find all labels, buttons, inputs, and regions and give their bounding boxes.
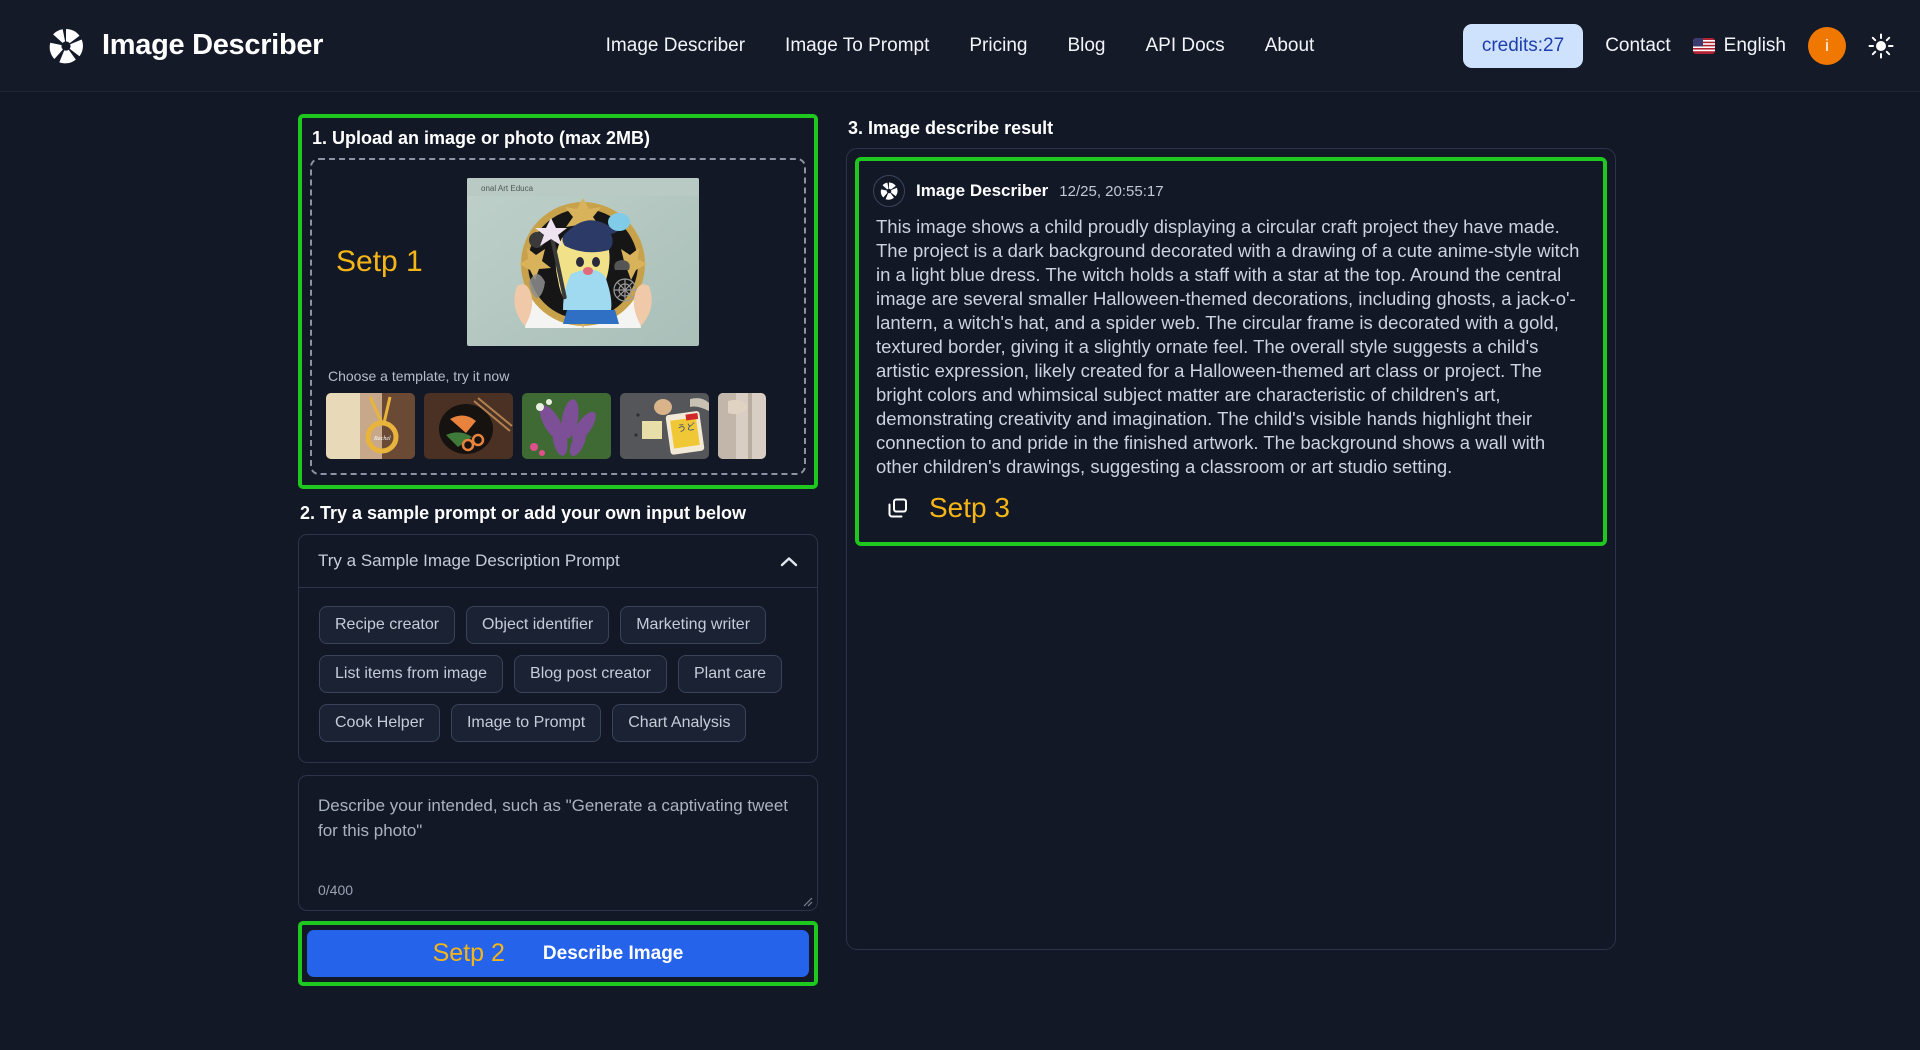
prompt-tag-marketing-writer[interactable]: Marketing writer <box>620 606 767 644</box>
describe-image-button[interactable]: Setp 2 Describe Image <box>307 930 809 977</box>
udon-package-thumbnail[interactable]: うど <box>620 393 709 459</box>
copy-icon[interactable] <box>887 497 909 519</box>
result-section-title: 3. Image describe result <box>848 118 1054 138</box>
prompt-input-placeholder: Describe your intended, such as "Generat… <box>318 796 789 840</box>
prompt-section-title: 2. Try a sample prompt or add your own i… <box>300 503 747 523</box>
us-flag-icon <box>1692 37 1715 54</box>
template-thumbnails: Rachel うど <box>326 393 790 459</box>
result-author-name: Image Describer <box>916 181 1049 200</box>
clipped-thumbnail[interactable] <box>718 393 766 459</box>
purple-plant-thumbnail[interactable] <box>522 393 611 459</box>
credits-badge[interactable]: credits:27 <box>1462 23 1584 68</box>
result-header: Image Describer 12/25, 20:55:17 <box>873 175 1585 207</box>
prompt-tag-object-identifier[interactable]: Object identifier <box>466 606 610 644</box>
upload-dropzone[interactable]: Setp 1 onal Art Educa Choose a template,… <box>310 158 806 475</box>
step-2-badge: Setp 2 <box>432 939 505 967</box>
result-author-avatar <box>873 175 905 207</box>
right-column: 3. Image describe result Image Describer… <box>846 114 1616 1050</box>
aperture-icon <box>47 26 85 65</box>
nav-item-image-to-prompt[interactable]: Image To Prompt <box>785 35 929 57</box>
describe-step-container: Setp 2 Describe Image <box>298 921 818 986</box>
step-1-badge: Setp 1 <box>336 245 423 278</box>
prompt-input[interactable]: Describe your intended, such as "Generat… <box>298 775 818 911</box>
sun-icon[interactable] <box>1868 33 1894 59</box>
nav-item-api-docs[interactable]: API Docs <box>1145 35 1224 57</box>
prompt-tag-blog-post-creator[interactable]: Blog post creator <box>514 655 667 693</box>
language-label: English <box>1723 34 1786 56</box>
result-step-container: Image Describer 12/25, 20:55:17 This ima… <box>855 157 1607 546</box>
sample-prompt-panel: Try a Sample Image Description Prompt Re… <box>298 534 818 763</box>
main-content: 1. Upload an image or photo (max 2MB) Se… <box>0 92 1920 1050</box>
gold-necklace-thumbnail[interactable]: Rachel <box>326 393 415 459</box>
avatar[interactable]: i <box>1808 26 1846 65</box>
salmon-bowl-thumbnail[interactable] <box>424 393 513 459</box>
prompt-tag-image-to-prompt[interactable]: Image to Prompt <box>450 704 602 742</box>
result-body-text: This image shows a child proudly display… <box>876 216 1580 478</box>
describe-image-label: Describe Image <box>542 942 684 964</box>
chevron-up-icon <box>780 556 798 566</box>
sample-prompt-dropdown-label: Try a Sample Image Description Prompt <box>318 551 620 570</box>
svg-text:Rachel: Rachel <box>373 436 391 442</box>
prompt-tag-chart-analysis[interactable]: Chart Analysis <box>612 704 747 742</box>
main-nav: Image Describer Image To Prompt Pricing … <box>606 35 1315 57</box>
prompt-tag-cook-helper[interactable]: Cook Helper <box>319 704 440 742</box>
brand[interactable]: Image Describer <box>46 26 323 66</box>
upload-step-container: 1. Upload an image or photo (max 2MB) Se… <box>298 114 818 489</box>
result-timestamp: 12/25, 20:55:17 <box>1059 182 1164 200</box>
nav-item-pricing[interactable]: Pricing <box>969 35 1027 57</box>
uploaded-image-preview[interactable]: onal Art Educa <box>467 178 699 346</box>
brand-name: Image Describer <box>102 29 324 61</box>
resize-grip-icon[interactable] <box>801 895 813 907</box>
language-selector[interactable]: English <box>1692 34 1786 57</box>
nav-item-image-describer[interactable]: Image Describer <box>606 35 745 57</box>
prompt-tag-list-items-from-image[interactable]: List items from image <box>319 655 504 693</box>
result-panel: Image Describer 12/25, 20:55:17 This ima… <box>846 148 1616 950</box>
nav-item-blog[interactable]: Blog <box>1067 35 1105 57</box>
prompt-tag-plant-care[interactable]: Plant care <box>678 655 783 693</box>
prompt-char-counter: 0/400 <box>318 882 354 898</box>
header-actions: credits:27 Contact English i <box>1462 23 1894 68</box>
upload-preview-row: Setp 1 onal Art Educa <box>326 172 790 352</box>
app-header: Image Describer Image Describer Image To… <box>0 0 1920 92</box>
template-label: Choose a template, try it now <box>328 368 510 384</box>
prompt-tag-recipe-creator[interactable]: Recipe creator <box>319 606 456 644</box>
aperture-icon <box>879 181 899 201</box>
sample-prompt-dropdown[interactable]: Try a Sample Image Description Prompt <box>299 535 817 588</box>
svg-text:onal Art Educa: onal Art Educa <box>481 184 534 193</box>
step-3-badge: Setp 3 <box>929 491 1010 523</box>
upload-section-title: 1. Upload an image or photo (max 2MB) <box>312 128 651 148</box>
contact-link[interactable]: Contact <box>1605 35 1670 57</box>
left-column: 1. Upload an image or photo (max 2MB) Se… <box>298 114 818 1050</box>
result-actions: Setp 3 <box>873 492 1585 524</box>
nav-item-about[interactable]: About <box>1265 35 1315 57</box>
prompt-tag-list: Recipe creator Object identifier Marketi… <box>299 588 817 762</box>
